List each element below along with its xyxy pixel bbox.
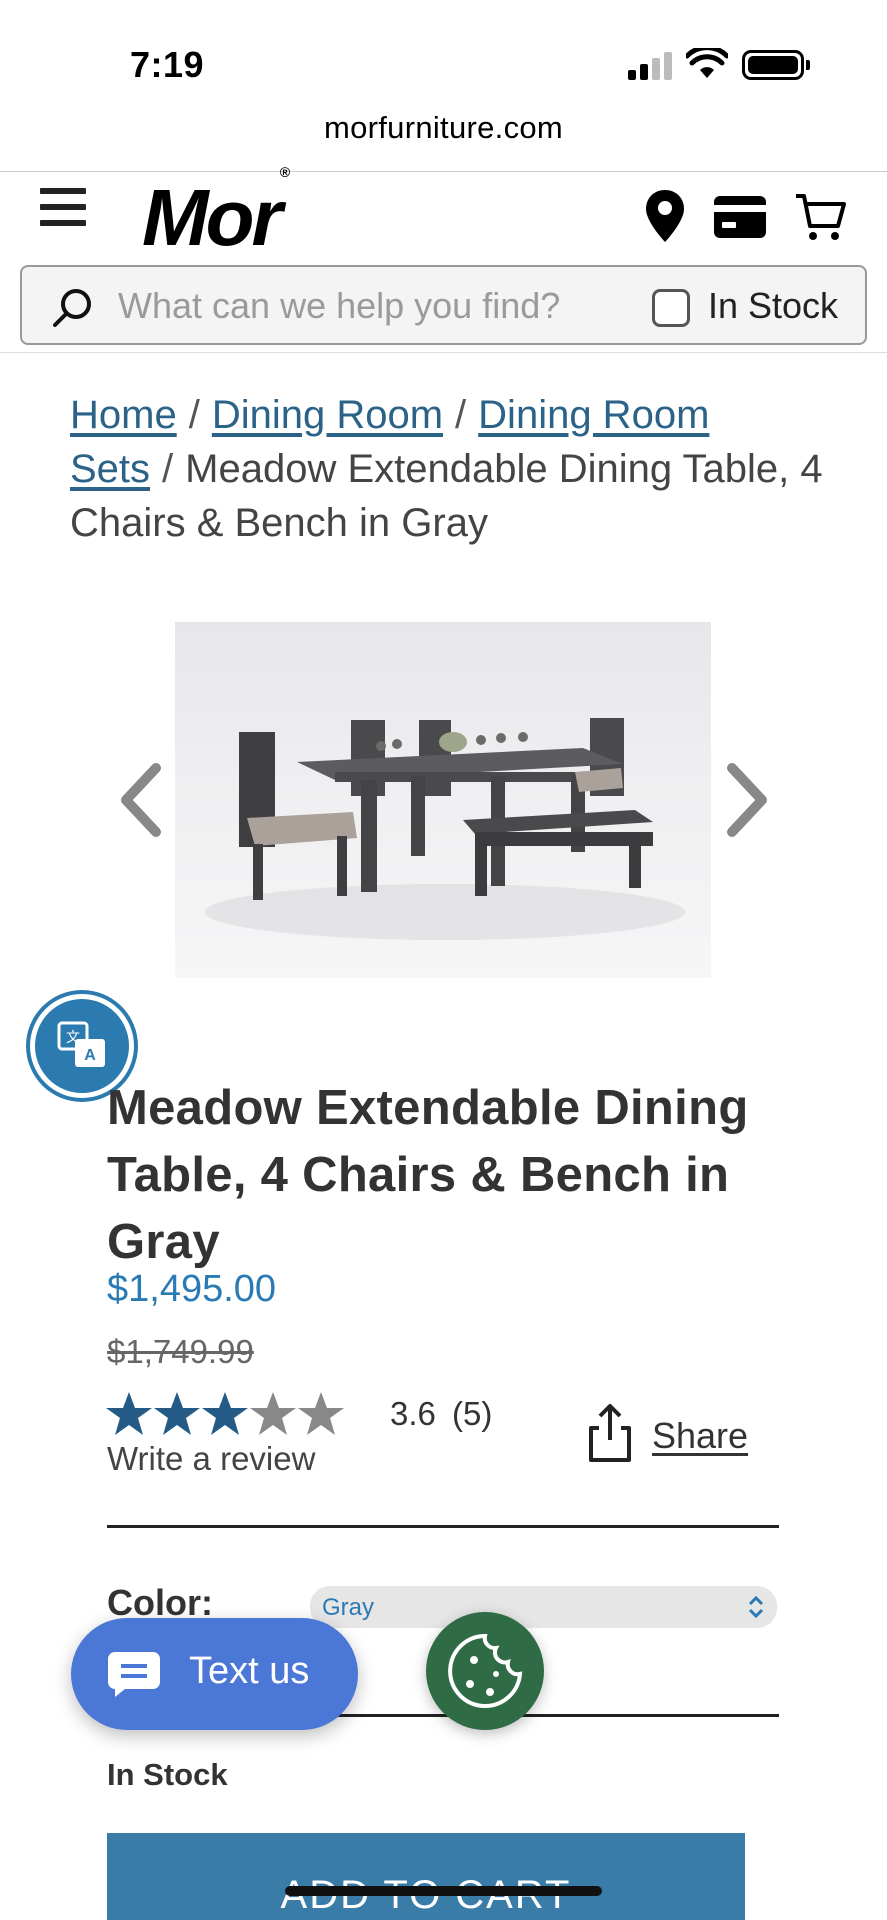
site-logo[interactable]: Mor® [142,164,290,264]
location-pin-icon[interactable] [646,190,684,242]
rating-value: 3.6 [390,1395,436,1432]
divider [0,352,887,353]
dining-set-illustration [205,718,685,940]
review-count[interactable]: (5) [452,1395,492,1433]
original-price: $1,749.99 [107,1333,254,1370]
cellular-signal-icon [628,50,672,80]
star-filled-icon [202,1392,248,1435]
credit-card-icon[interactable] [714,196,766,238]
chevron-up-down-icon [748,1595,764,1619]
sale-price: $1,495.00 [107,1268,277,1310]
write-review-link[interactable]: Write a review [107,1440,315,1478]
in-stock-label[interactable]: In Stock [708,285,838,327]
add-to-cart-button[interactable]: ADD TO CART [107,1833,745,1920]
search-icon[interactable] [52,287,94,329]
browser-url[interactable]: morfurniture.com [0,110,887,146]
rating-stars[interactable] [105,1390,355,1440]
next-image-arrow-icon[interactable] [722,760,772,840]
cookie-icon [448,1633,523,1708]
in-stock-checkbox[interactable] [652,289,690,327]
breadcrumb-link-home[interactable]: Home [70,393,177,437]
previous-image-arrow-icon[interactable] [116,760,166,840]
search-input[interactable]: What can we help you find? [118,285,560,327]
breadcrumb-link-dining-room[interactable]: Dining Room [212,393,443,437]
battery-icon [742,50,804,80]
star-filled-icon [106,1392,152,1435]
search-bar[interactable]: What can we help you find? In Stock [20,265,867,345]
star-partial-icon [250,1392,296,1435]
text-us-button[interactable]: Text us [71,1618,358,1730]
star-empty-icon [298,1392,344,1435]
breadcrumb-current: Meadow Extendable Dining Table, 4 Chairs… [70,447,823,545]
divider [107,1525,779,1528]
svg-text:文: 文 [66,1030,80,1046]
site-logo-text: Mor [142,173,283,262]
product-title: Meadow Extendable Dining Table, 4 Chairs… [107,1081,749,1269]
stock-status: In Stock [107,1757,228,1792]
wifi-icon [686,48,728,78]
breadcrumb: Home / Dining Room / Dining Room Sets / Meadow… [70,393,823,545]
chat-bubble-icon [108,1652,160,1697]
cookie-settings-button[interactable] [426,1612,544,1730]
home-indicator[interactable] [285,1886,602,1896]
share-button[interactable]: Share [652,1415,748,1457]
color-select-value: Gray [322,1594,375,1621]
hamburger-menu-icon[interactable] [40,188,86,228]
product-image[interactable] [175,622,711,978]
battery-cap [806,60,810,70]
svg-text:A: A [84,1047,96,1064]
shopping-cart-icon[interactable] [794,192,846,242]
divider [310,1714,779,1717]
status-bar: 7:19 [0,0,887,100]
status-time: 7:19 [130,44,205,85]
share-icon[interactable] [585,1402,635,1462]
text-us-label: Text us [189,1650,310,1692]
divider [0,171,887,172]
star-filled-icon [154,1392,200,1435]
